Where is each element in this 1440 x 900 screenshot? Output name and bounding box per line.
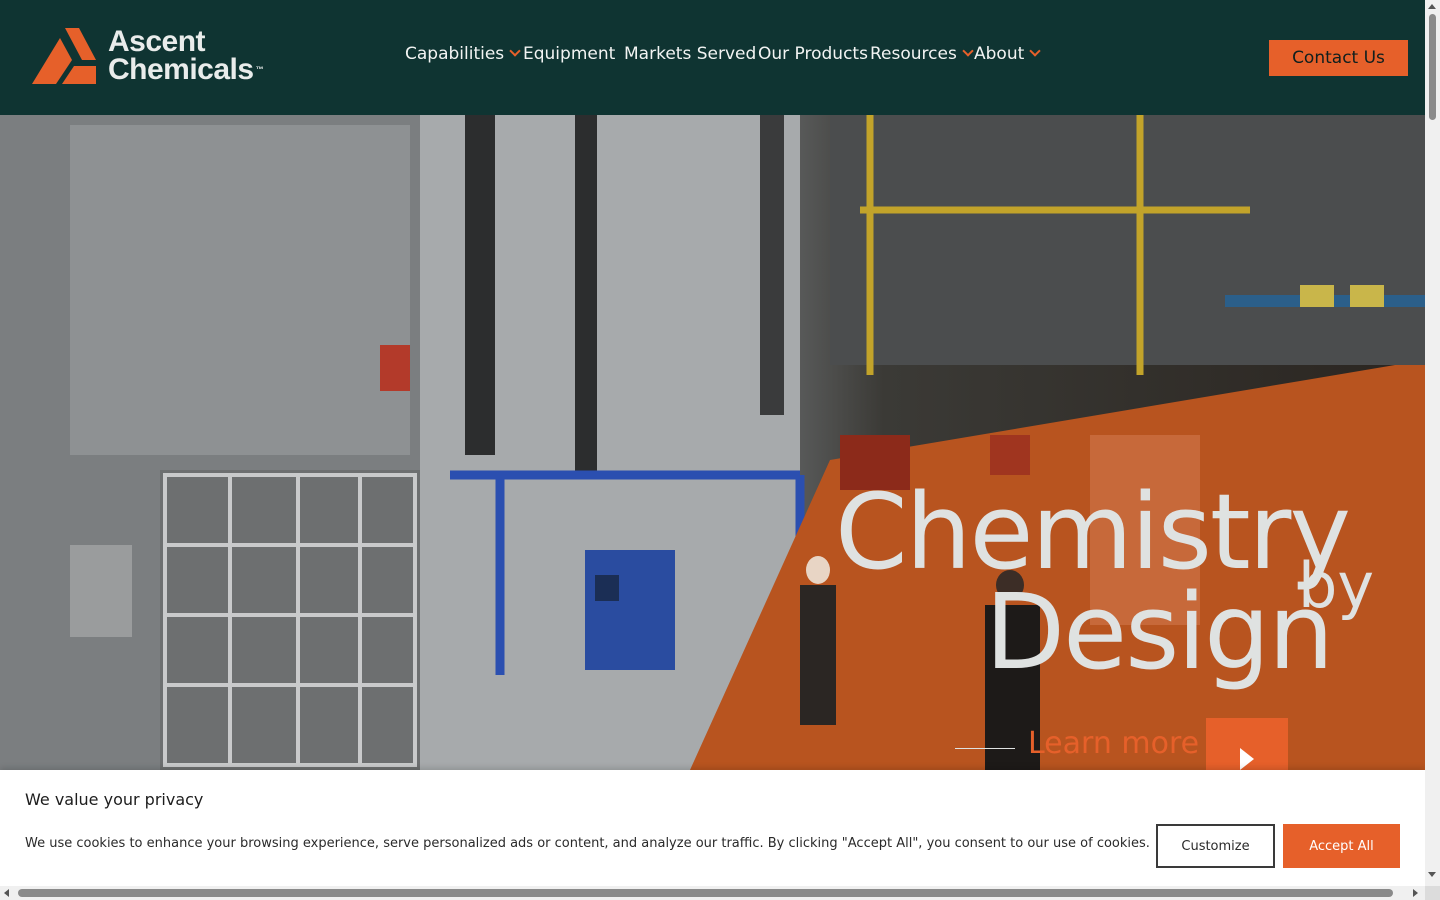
logo-line-2: Chemicals <box>108 53 254 86</box>
vertical-scroll-thumb[interactable] <box>1429 14 1436 120</box>
chevron-down-icon <box>1029 45 1041 57</box>
scrollbar-corner <box>1425 886 1440 900</box>
nav-item-label: Resources <box>870 44 957 64</box>
logo-line-1: Ascent <box>108 25 206 58</box>
scroll-right-arrow-icon[interactable] <box>1413 889 1418 897</box>
scroll-up-arrow-icon[interactable] <box>1428 4 1436 9</box>
nav-item-markets-served[interactable]: Markets Served <box>624 44 756 64</box>
nav-item-our-products[interactable]: Our Products <box>758 44 868 64</box>
customize-button[interactable]: Customize <box>1156 824 1275 868</box>
nav-item-label: Markets Served <box>624 44 757 64</box>
horizontal-scroll-thumb[interactable] <box>18 889 1393 897</box>
chevron-down-icon <box>962 45 974 57</box>
learn-more-divider <box>955 748 1015 749</box>
hero-headline-chemistry: Chemistry <box>835 471 1351 593</box>
nav-item-label: Our Products <box>758 44 868 64</box>
cookie-banner-text: We use cookies to enhance your browsing … <box>25 836 1150 851</box>
nav-item-equipment[interactable]: Equipment <box>523 44 615 64</box>
nav-item-about[interactable]: About <box>974 44 1041 64</box>
chevron-down-icon <box>509 45 521 57</box>
logo-mark-icon <box>32 28 96 84</box>
site-header: Ascent Chemicals ™ Capabilities Equipment… <box>0 0 1425 115</box>
learn-more-link[interactable]: Learn more <box>1028 726 1199 761</box>
play-arrow-icon <box>1240 748 1254 770</box>
hero-headline-design: Design <box>985 571 1334 693</box>
scroll-down-arrow-icon[interactable] <box>1428 872 1436 877</box>
contact-us-button[interactable]: Contact Us <box>1269 40 1408 76</box>
nav-item-label: Equipment <box>523 44 616 64</box>
nav-item-capabilities[interactable]: Capabilities <box>405 44 521 64</box>
learn-more-button[interactable] <box>1206 718 1288 770</box>
scroll-left-arrow-icon[interactable] <box>4 889 9 897</box>
accept-all-button[interactable]: Accept All <box>1283 824 1400 868</box>
nav-item-label: Capabilities <box>405 44 505 64</box>
trademark-symbol: ™ <box>255 65 264 74</box>
logo-wordmark[interactable]: Ascent Chemicals ™ <box>108 25 264 86</box>
cookie-consent-banner: We value your privacy We use cookies to … <box>0 770 1425 886</box>
horizontal-scrollbar[interactable] <box>0 886 1425 900</box>
hero-section: Chemistry by Design Learn more <box>0 115 1425 770</box>
cookie-banner-title: We value your privacy <box>25 790 204 809</box>
nav-item-label: About <box>974 44 1025 64</box>
vertical-scrollbar[interactable] <box>1425 0 1440 886</box>
nav-item-resources[interactable]: Resources <box>870 44 974 64</box>
